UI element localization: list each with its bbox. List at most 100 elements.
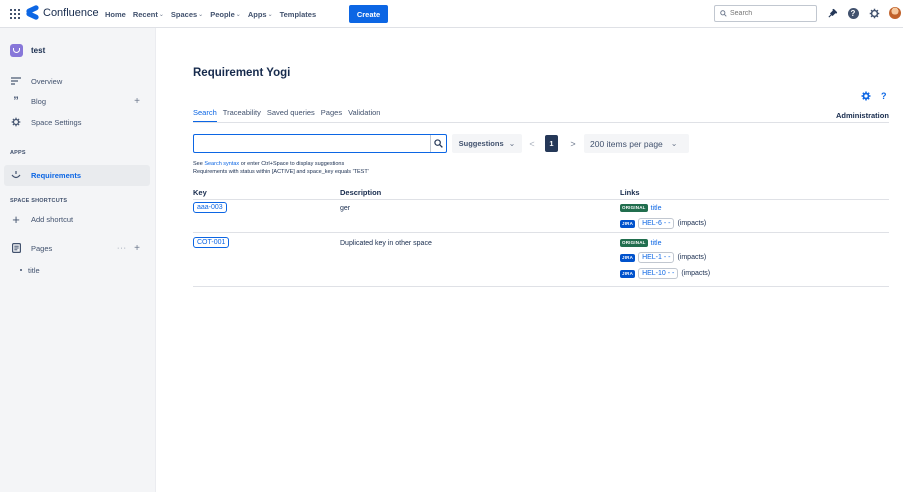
add-shortcut-label: Add shortcut [31, 214, 74, 224]
requirement-description: Duplicated key in other space [340, 240, 432, 247]
link-item: ORIGINAL title [620, 204, 662, 212]
sidebar-item-label: Space Settings [31, 117, 82, 127]
page-link[interactable]: title [651, 240, 662, 247]
search-icon [720, 10, 727, 17]
top-right-icons: ? [826, 7, 901, 19]
confluence-logo-icon [25, 4, 40, 21]
search-icon [434, 139, 443, 148]
hint-prefix: See [193, 161, 205, 167]
nav-spaces[interactable]: Spaces ⌄ [171, 10, 203, 19]
more-actions-icon[interactable]: ··· [117, 245, 127, 252]
pager-prev-button[interactable]: < [527, 134, 537, 153]
link-item: JIRA HEL-1 - - (impacts) [620, 252, 706, 263]
global-search-input[interactable] [730, 10, 810, 17]
hint-suffix: or enter Ctrl+Space to display suggestio… [239, 161, 345, 167]
overview-icon [10, 77, 22, 85]
pages-icon [10, 243, 22, 253]
avatar [889, 7, 901, 19]
nav-templates[interactable]: Templates [280, 10, 317, 19]
nav-apps-label: Apps [247, 9, 267, 19]
chevron-down-icon: ⌄ [508, 139, 516, 148]
requirements-icon [10, 171, 22, 180]
chevron-down-icon: ⌄ [670, 139, 678, 148]
create-button[interactable]: Create [349, 5, 388, 23]
sidebar-item-space-settings[interactable]: Space Settings [0, 112, 156, 132]
pager-next-button[interactable]: > [568, 134, 578, 153]
link-item: JIRA HEL-10 - - (impacts) [620, 268, 710, 279]
chevron-down-icon: ⌄ [198, 11, 204, 18]
administration-link[interactable]: Administration [836, 111, 889, 120]
page-tree-item-label: title [28, 265, 40, 275]
table-header-divider [193, 199, 889, 200]
link-relation: (impacts) [677, 220, 707, 227]
help-icon[interactable]: ? [847, 7, 859, 19]
requirement-key-link[interactable]: COT-001 [193, 237, 230, 248]
shortcuts-section-label: SPACE SHORTCUTS [10, 198, 68, 204]
sidebar-item-overview[interactable]: Overview [0, 71, 156, 91]
tab-search[interactable]: Search [193, 108, 217, 123]
notifications-icon[interactable] [826, 7, 838, 19]
items-per-page-select[interactable]: 200 items per page ⌄ [584, 134, 689, 153]
table-row-divider [193, 232, 889, 233]
jira-issue-link[interactable]: HEL-6 - - [638, 218, 675, 229]
jira-badge: JIRA [620, 253, 636, 262]
add-shortcut-button[interactable]: + Add shortcut [0, 209, 156, 229]
product-name: Confluence [43, 6, 99, 19]
space-header[interactable]: test [10, 44, 45, 57]
jira-badge: JIRA [620, 219, 636, 228]
sidebar-item-requirements[interactable]: Requirements [4, 165, 150, 186]
sidebar-item-blog[interactable]: ” Blog + [0, 91, 156, 111]
nav-recent[interactable]: Recent ⌄ [133, 10, 164, 19]
jira-issue-link[interactable]: HEL-1 - - [638, 252, 675, 263]
tab-validation[interactable]: Validation [348, 108, 380, 123]
chevron-down-icon: ⌄ [235, 11, 241, 18]
page-link[interactable]: title [651, 205, 662, 212]
original-badge: ORIGINAL [620, 239, 648, 247]
nav-people[interactable]: People ⌄ [210, 10, 241, 19]
tab-bar: Search Traceability Saved queries Pages … [193, 108, 429, 123]
table-row-divider [193, 286, 889, 287]
tab-pages[interactable]: Pages [321, 108, 342, 123]
user-avatar[interactable] [889, 7, 901, 19]
sidebar-item-label: Pages [31, 243, 53, 253]
space-name: test [31, 46, 46, 55]
admin-help-link[interactable]: ? [881, 91, 887, 101]
add-blog-icon[interactable]: + [134, 96, 140, 107]
requirement-search [193, 134, 447, 153]
apps-section-label: APPS [10, 150, 26, 156]
app-switcher-icon[interactable] [10, 9, 20, 19]
quote-icon: ” [13, 95, 19, 107]
global-search[interactable] [714, 5, 817, 22]
page-title: Requirement Yogi [193, 67, 291, 79]
search-button[interactable] [430, 135, 446, 152]
admin-gear-icon[interactable] [861, 91, 871, 103]
query-status-text: Requirements with status within [ACTIVE]… [193, 169, 369, 175]
requirement-key-link[interactable]: aaa-003 [193, 202, 227, 213]
confluence-logo[interactable]: Confluence [25, 4, 99, 21]
search-syntax-link[interactable]: Search syntax [204, 161, 239, 167]
requirement-search-input[interactable] [194, 135, 430, 152]
nav-spaces-label: Spaces [170, 9, 198, 19]
bullet-icon [20, 269, 22, 271]
settings-gear-icon[interactable] [868, 7, 880, 19]
tab-traceability[interactable]: Traceability [223, 108, 261, 123]
nav-home[interactable]: Home [105, 10, 126, 19]
pager-current-page[interactable]: 1 [545, 135, 558, 152]
tab-saved-queries[interactable]: Saved queries [267, 108, 315, 123]
chevron-down-icon: ⌄ [267, 11, 273, 18]
nav-home-label: Home [105, 9, 126, 19]
jira-issue-link[interactable]: HEL-10 - - [638, 268, 679, 279]
jira-badge: JIRA [620, 269, 636, 278]
help-circle: ? [847, 7, 859, 19]
requirement-description: ger [340, 205, 351, 212]
nav-people-label: People [210, 9, 235, 19]
link-item: JIRA HEL-6 - - (impacts) [620, 218, 706, 229]
sidebar-item-pages[interactable]: Pages ··· + [0, 238, 156, 258]
nav-apps[interactable]: Apps ⌄ [248, 10, 273, 19]
column-header-links: Links [620, 188, 640, 197]
chevron-down-icon: ⌄ [158, 11, 164, 18]
add-page-icon[interactable]: + [134, 243, 140, 254]
suggestions-button[interactable]: Suggestions ⌄ [452, 134, 522, 153]
search-hint: See Search syntax or enter Ctrl+Space to… [193, 161, 344, 167]
page-tree-item[interactable]: title [0, 260, 156, 280]
